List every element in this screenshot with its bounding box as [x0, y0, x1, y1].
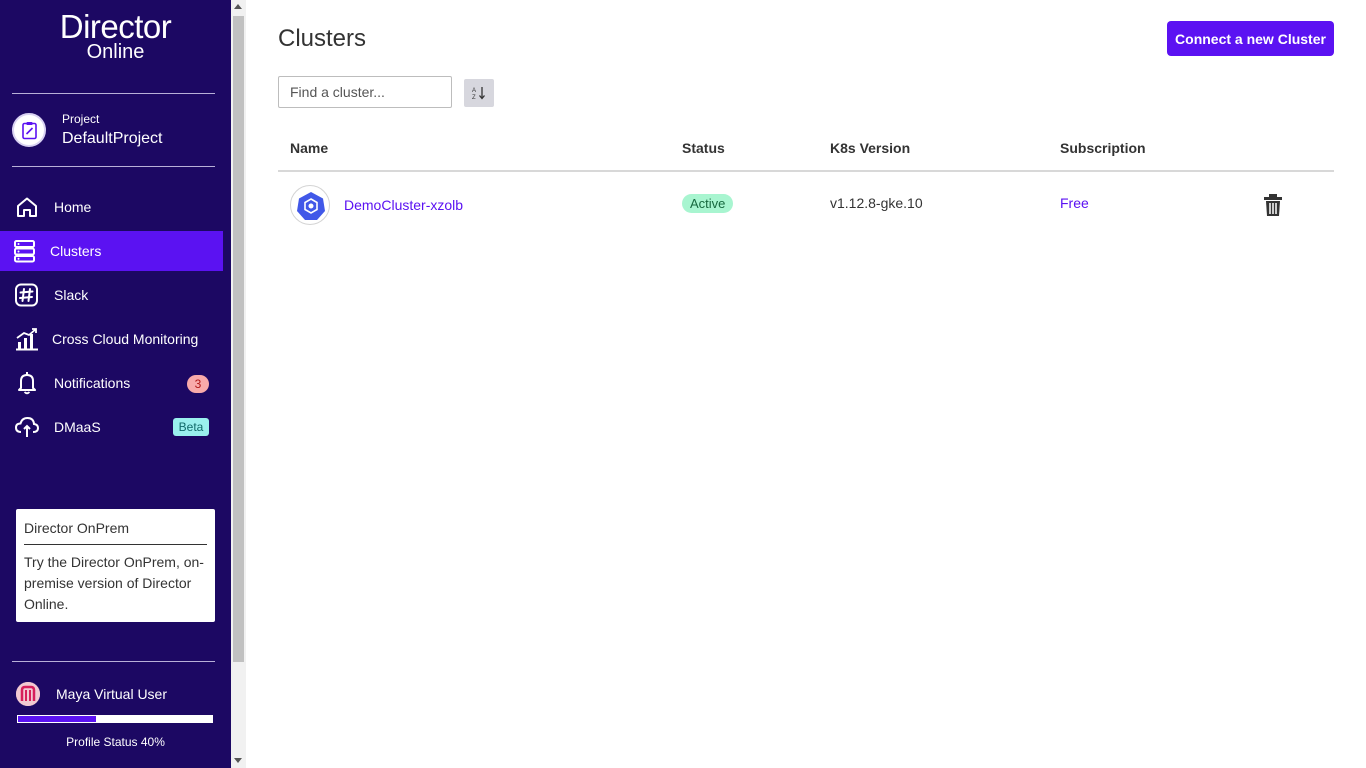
- sidebar-item-cross-cloud-monitoring[interactable]: Cross Cloud Monitoring: [0, 319, 223, 359]
- bell-icon: [18, 372, 36, 395]
- sidebar-item-slack[interactable]: Slack: [0, 275, 223, 315]
- cluster-avatar: [290, 185, 330, 225]
- svg-text:A: A: [472, 88, 476, 94]
- profile-progress-bar: [17, 715, 213, 723]
- logo[interactable]: Director Online: [0, 8, 231, 63]
- clipboard-icon: [22, 122, 37, 140]
- column-header-k8s-version[interactable]: K8s Version: [830, 140, 910, 156]
- scroll-up-arrow-icon[interactable]: [234, 4, 242, 9]
- promo-title: Director OnPrem: [24, 520, 130, 536]
- sidebar-item-label: Notifications: [54, 375, 131, 391]
- bar-chart-icon: [16, 328, 38, 351]
- sidebar-item-notifications[interactable]: Notifications 3: [0, 363, 223, 403]
- sidebar: Director Online Project DefaultProject H…: [0, 0, 231, 768]
- logo-main: Director: [59, 8, 172, 45]
- sidebar-item-label: Home: [54, 199, 92, 215]
- status-badge: Active: [682, 194, 734, 213]
- sidebar-item-label: DMaaS: [54, 419, 101, 435]
- scroll-down-arrow-icon[interactable]: [234, 758, 242, 763]
- promo-body: Try the Director OnPrem, on-premise vers…: [24, 554, 204, 612]
- sidebar-divider: [12, 166, 215, 167]
- profile-progress-fill: [18, 716, 96, 722]
- scrollbar-thumb[interactable]: [233, 16, 244, 662]
- sort-button[interactable]: A Z: [464, 79, 494, 107]
- cluster-name-link[interactable]: DemoCluster-xzolb: [344, 197, 463, 213]
- user-profile[interactable]: Maya Virtual User: [16, 682, 221, 706]
- profile-status-label: Profile Status 40%: [66, 735, 165, 749]
- project-label: Project: [62, 112, 100, 126]
- sidebar-item-label: Cross Cloud Monitoring: [52, 331, 199, 347]
- cloud-sync-icon: [14, 416, 40, 437]
- k8s-version: v1.12.8-gke.10: [830, 195, 923, 211]
- delete-cluster-button[interactable]: [1262, 193, 1284, 217]
- connect-cluster-button[interactable]: Connect a new Cluster: [1167, 21, 1334, 56]
- table-row: DemoCluster-xzolb Active v1.12.8-gke.10 …: [278, 172, 1334, 236]
- sidebar-item-label: Clusters: [50, 243, 102, 259]
- promo-divider: [24, 544, 207, 545]
- logo-sub: Online: [86, 41, 145, 63]
- project-selector[interactable]: Project DefaultProject: [12, 112, 217, 152]
- onprem-promo-card[interactable]: Director OnPrem Try the Director OnPrem,…: [16, 509, 215, 622]
- column-header-status[interactable]: Status: [682, 140, 725, 156]
- beta-badge: Beta: [173, 418, 209, 436]
- sidebar-item-clusters[interactable]: Clusters: [0, 231, 223, 271]
- column-header-name[interactable]: Name: [290, 140, 328, 156]
- column-header-subscription[interactable]: Subscription: [1060, 140, 1146, 156]
- sidebar-divider: [12, 661, 215, 662]
- server-stack-icon: [14, 240, 35, 263]
- main-content: Clusters Connect a new Cluster A Z Name …: [246, 0, 1366, 768]
- page-title: Clusters: [278, 25, 367, 52]
- user-avatar-icon: [16, 682, 40, 706]
- subscription-link[interactable]: Free: [1060, 195, 1089, 211]
- svg-text:Z: Z: [472, 95, 476, 100]
- trash-icon: [1264, 194, 1282, 216]
- project-name: DefaultProject: [62, 130, 163, 147]
- sidebar-item-home[interactable]: Home: [0, 187, 223, 227]
- search-input[interactable]: [278, 76, 452, 108]
- sort-icon: A Z: [472, 87, 485, 100]
- sidebar-scrollbar[interactable]: [231, 0, 246, 768]
- user-name: Maya Virtual User: [56, 686, 168, 702]
- avatar: [16, 682, 40, 706]
- home-icon: [17, 197, 37, 217]
- kubernetes-icon: [297, 192, 325, 220]
- sidebar-divider: [12, 93, 215, 94]
- sidebar-item-dmaas[interactable]: DMaaS Beta: [0, 407, 223, 447]
- notification-count-badge: 3: [187, 375, 209, 393]
- sidebar-item-label: Slack: [54, 287, 89, 303]
- project-avatar: [12, 113, 46, 147]
- slack-icon: [15, 283, 38, 307]
